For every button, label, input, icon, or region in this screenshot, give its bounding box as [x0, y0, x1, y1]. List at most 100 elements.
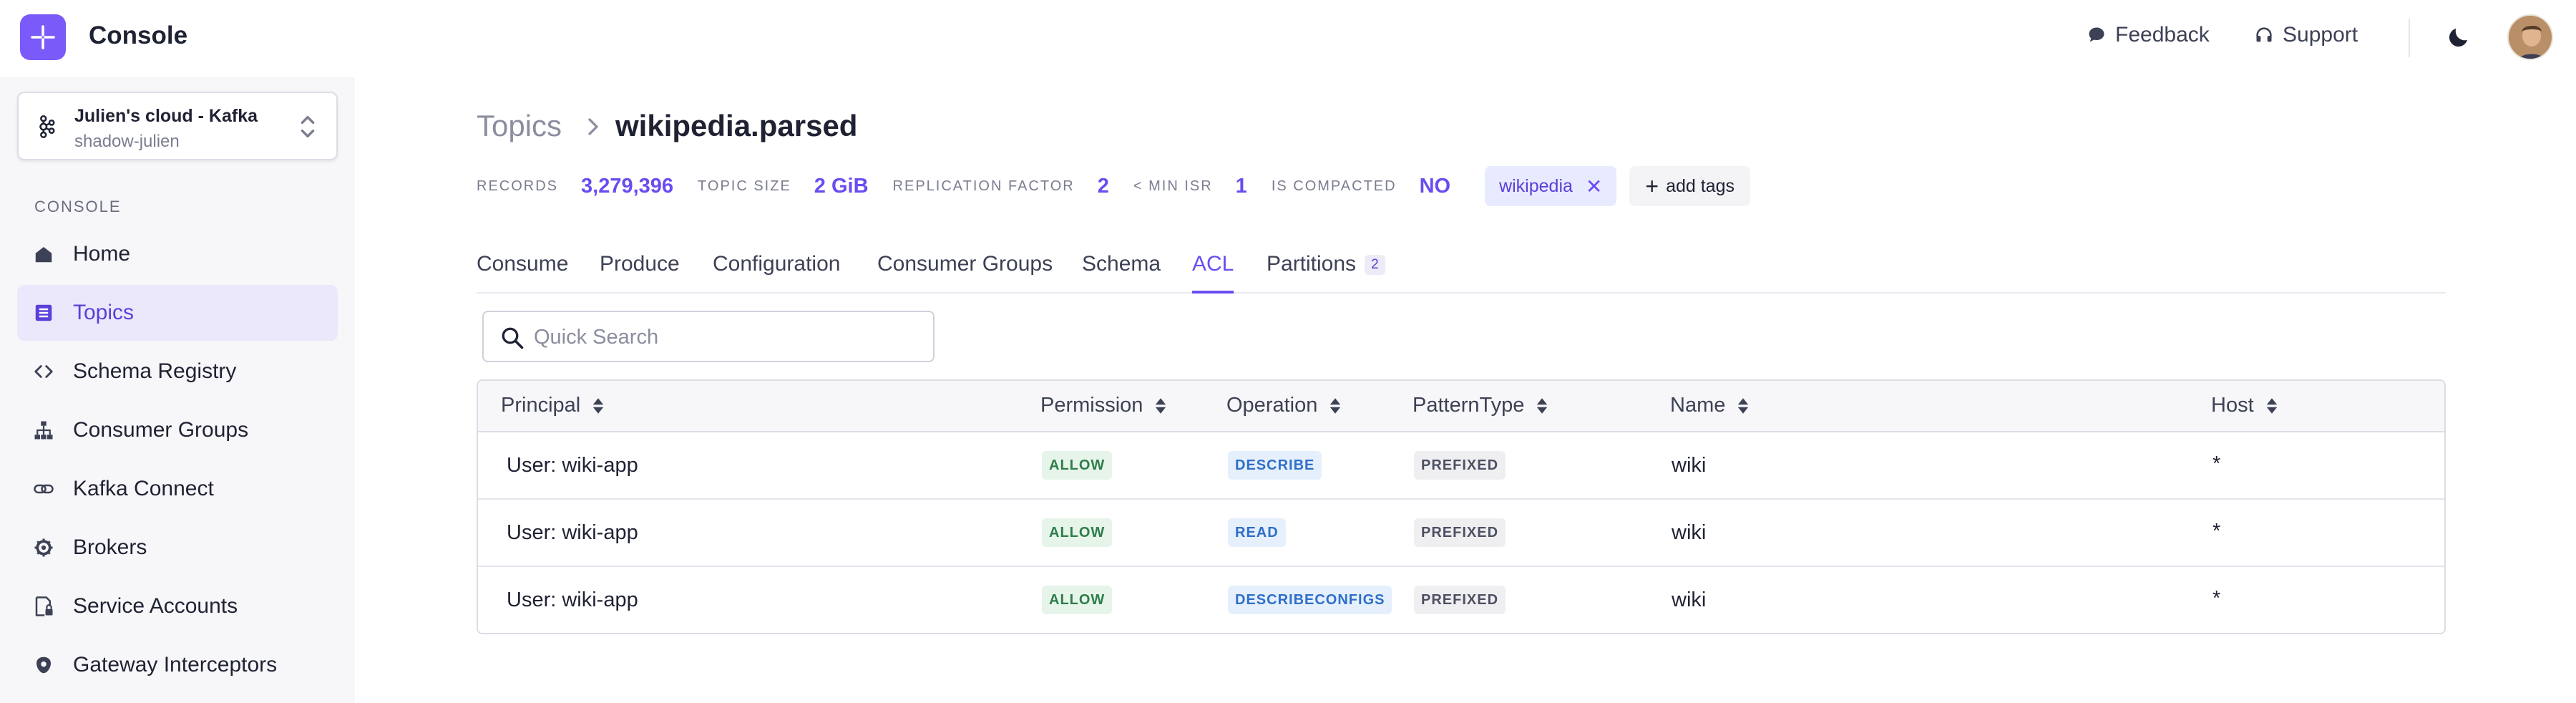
- sort-icon: [1330, 397, 1341, 414]
- sidebar-item-schema-registry[interactable]: Schema Registry: [17, 344, 338, 399]
- tab-label: Produce: [600, 252, 680, 276]
- pattern-type-badge: PREFIXED: [1414, 451, 1506, 480]
- remove-tag-close-icon[interactable]: ✕: [1586, 175, 1602, 198]
- tab-configuration[interactable]: Configuration: [713, 252, 840, 294]
- cell-host: *: [2212, 520, 2221, 543]
- cell-host: *: [2212, 452, 2221, 475]
- min-isr-value: 1: [1235, 174, 1247, 198]
- tab-label: Partitions: [1267, 252, 1357, 276]
- pattern-type-badge: PREFIXED: [1414, 518, 1506, 547]
- chevron-right-icon: [588, 118, 598, 135]
- sidebar-item-brokers[interactable]: Brokers: [17, 520, 338, 576]
- topic-size-label: TOPIC SIZE: [698, 178, 791, 194]
- cell-host: *: [2212, 587, 2221, 610]
- column-header-principal[interactable]: Principal: [501, 394, 605, 417]
- topic-tag-label: wikipedia: [1499, 175, 1573, 196]
- account-lock-icon: [35, 596, 53, 616]
- user-avatar[interactable]: [2507, 14, 2553, 60]
- hierarchy-icon: [34, 421, 53, 440]
- feedback-link[interactable]: Feedback: [2087, 23, 2210, 47]
- permission-badge: ALLOW: [1042, 586, 1113, 614]
- topic-tag: wikipedia ✕: [1485, 166, 1617, 206]
- tab-schema[interactable]: Schema: [1082, 252, 1161, 294]
- column-header-permission[interactable]: Permission: [1040, 394, 1167, 417]
- column-header-operation[interactable]: Operation: [1226, 394, 1342, 417]
- tab-partitions[interactable]: Partitions 2: [1267, 252, 1385, 294]
- cell-principal: User: wiki-app: [507, 521, 638, 544]
- sidebar-item-label: Topics: [73, 301, 135, 324]
- sidebar-nav: Home Topics Schema Registry Consumer Gro…: [17, 226, 338, 696]
- page-title: wikipedia.parsed: [615, 109, 858, 142]
- column-header-pattern-type[interactable]: PatternType: [1413, 394, 1548, 417]
- min-isr-label: < MIN ISR: [1133, 178, 1213, 194]
- breadcrumb-topics-link[interactable]: Topics: [477, 109, 562, 143]
- column-header-name[interactable]: Name: [1670, 394, 1750, 417]
- search-input[interactable]: [534, 319, 920, 355]
- sidebar-item-kafka-connect[interactable]: Kafka Connect: [17, 461, 338, 517]
- sidebar-item-label: Consumer Groups: [73, 418, 249, 442]
- column-label: Principal: [501, 394, 581, 417]
- pattern-type-badge: PREFIXED: [1414, 586, 1506, 614]
- sidebar-item-label: Service Accounts: [73, 594, 238, 618]
- code-icon: [34, 365, 53, 378]
- sidebar: Julien's cloud - Kafka shadow-julien CON…: [0, 77, 355, 703]
- tab-label: Configuration: [713, 252, 841, 276]
- column-label: PatternType: [1413, 394, 1525, 417]
- sidebar-item-gateway-interceptors[interactable]: Gateway Interceptors: [17, 637, 338, 693]
- support-link[interactable]: Support: [2254, 23, 2358, 47]
- link-icon: [34, 484, 54, 494]
- kafka-icon: [39, 115, 55, 139]
- is-compacted-label: IS COMPACTED: [1271, 178, 1397, 194]
- quick-search-box[interactable]: [482, 311, 935, 362]
- support-label: Support: [2283, 23, 2358, 47]
- app-logo[interactable]: [20, 14, 66, 60]
- sidebar-item-consumer-groups[interactable]: Consumer Groups: [17, 402, 338, 458]
- sidebar-item-topics[interactable]: Topics: [17, 285, 338, 341]
- tab-label: Consumer Groups: [877, 252, 1053, 276]
- tab-acl[interactable]: ACL: [1192, 252, 1234, 294]
- records-value: 3,279,396: [581, 174, 674, 198]
- tab-consume[interactable]: Consume: [477, 252, 568, 294]
- permission-badge: ALLOW: [1042, 518, 1113, 547]
- column-header-host[interactable]: Host: [2211, 394, 2278, 417]
- chevron-up-down-icon: [301, 115, 315, 138]
- sort-icon: [2266, 397, 2277, 414]
- sort-icon: [1537, 397, 1548, 414]
- operation-badge: READ: [1228, 518, 1286, 547]
- cell-name: wiki: [1672, 454, 1707, 477]
- tab-label: ACL: [1192, 252, 1234, 276]
- sidebar-item-label: Kafka Connect: [73, 477, 214, 500]
- feedback-label: Feedback: [2115, 23, 2210, 47]
- sidebar-item-label: Gateway Interceptors: [73, 653, 278, 677]
- avatar-portrait-icon: [2509, 16, 2552, 59]
- tab-produce[interactable]: Produce: [600, 252, 680, 294]
- cell-principal: User: wiki-app: [507, 454, 638, 477]
- sidebar-item-service-accounts[interactable]: Service Accounts: [17, 578, 338, 634]
- gateway-icon: [36, 656, 51, 674]
- cluster-name: Julien's cloud - Kafka: [74, 106, 258, 126]
- column-label: Host: [2211, 394, 2254, 417]
- table-row[interactable]: User: wiki-app ALLOW DESCRIBECONFIGS PRE…: [478, 567, 2444, 633]
- replication-factor-label: REPLICATION FACTOR: [892, 178, 1075, 194]
- column-label: Name: [1670, 394, 1726, 417]
- sidebar-item-label: Schema Registry: [73, 359, 237, 383]
- tab-consumer-groups[interactable]: Consumer Groups: [877, 252, 1053, 294]
- cell-name: wiki: [1672, 588, 1707, 611]
- plus-icon: +: [1645, 173, 1659, 199]
- partitions-count-badge: 2: [1365, 255, 1385, 276]
- cluster-selector[interactable]: Julien's cloud - Kafka shadow-julien: [17, 92, 338, 160]
- sidebar-section-label: CONSOLE: [34, 198, 122, 215]
- cell-principal: User: wiki-app: [507, 588, 638, 611]
- home-icon: [35, 247, 52, 263]
- cog-icon: [34, 538, 53, 557]
- column-label: Operation: [1226, 394, 1318, 417]
- logo-sparkle-icon: [31, 25, 55, 49]
- table-row[interactable]: User: wiki-app ALLOW READ PREFIXED wiki …: [478, 500, 2444, 567]
- operation-badge: DESCRIBE: [1228, 451, 1322, 480]
- sidebar-item-home[interactable]: Home: [17, 226, 338, 282]
- acl-table: Principal Permission Operation PatternTy…: [477, 379, 2446, 634]
- table-row[interactable]: User: wiki-app ALLOW DESCRIBE PREFIXED w…: [478, 432, 2444, 500]
- dark-mode-moon-icon[interactable]: [2446, 24, 2472, 50]
- add-tags-button[interactable]: + add tags: [1629, 166, 1750, 206]
- sort-icon: [1738, 397, 1749, 414]
